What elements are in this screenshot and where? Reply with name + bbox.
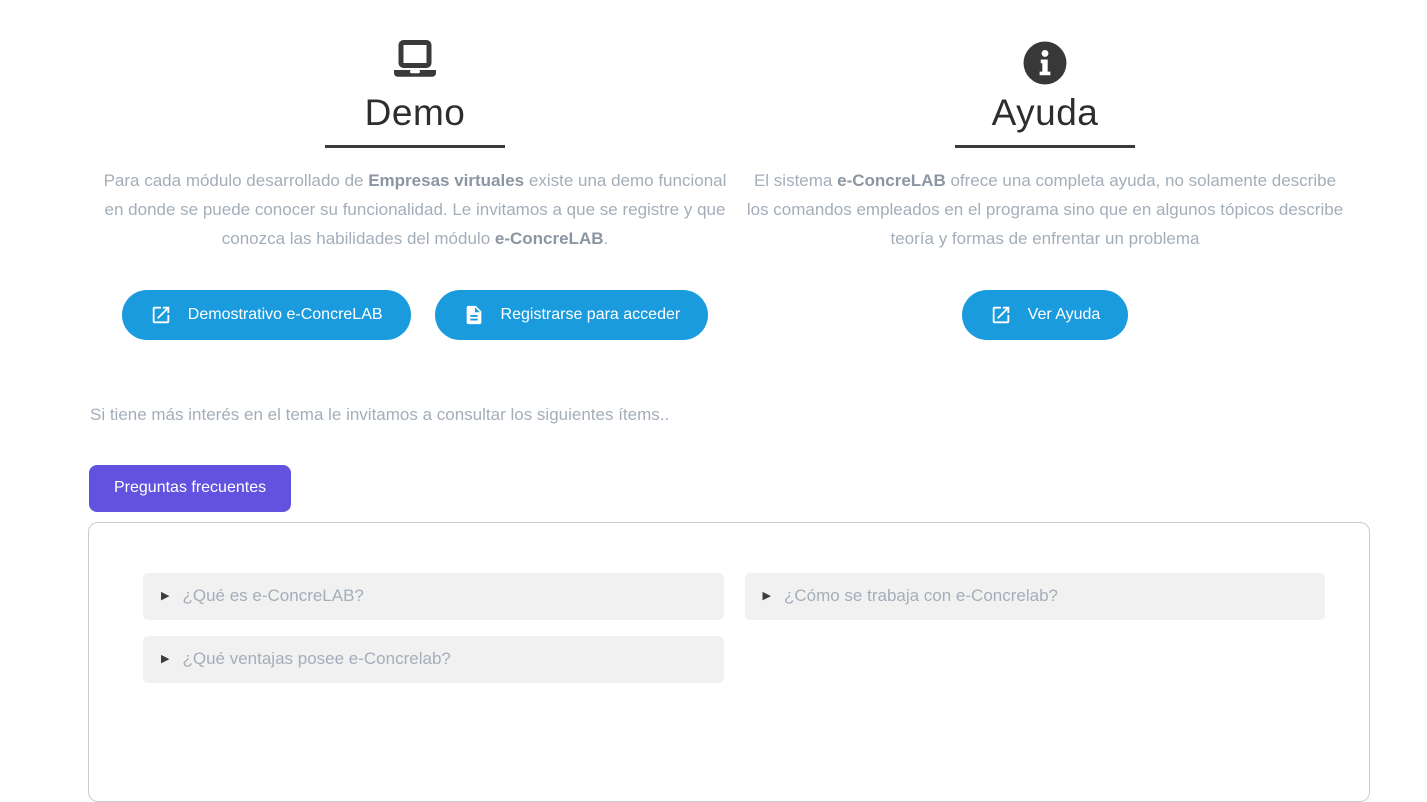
caret-right-icon: ▶ [161, 591, 169, 602]
faq-item-como-se-trabaja[interactable]: ▶ ¿Cómo se trabaja con e-Concrelab? [745, 573, 1326, 620]
register-button-label: Registrarse para acceder [501, 306, 681, 324]
ayuda-title: Ayuda [745, 94, 1345, 131]
faq-item-label: ¿Qué ventajas posee e-Concrelab? [182, 649, 450, 669]
faq-panel: ▶ ¿Qué es e-ConcreLAB? ▶ ¿Cómo se trabaj… [88, 522, 1370, 802]
demo-section: Demo Para cada módulo desarrollado de Em… [85, 40, 745, 340]
register-button[interactable]: Registrarse para acceder [435, 290, 709, 340]
ayuda-description: El sistema e-ConcreLAB ofrece una comple… [745, 166, 1345, 254]
ver-ayuda-button-label: Ver Ayuda [1028, 306, 1101, 324]
external-link-icon [150, 304, 172, 326]
demo-button-row: Demostrativo e-ConcreLAB Registrarse par… [85, 290, 745, 340]
more-info-text: Si tiene más interés en el tema le invit… [90, 404, 1427, 426]
info-icon [745, 40, 1345, 86]
faq-item-label: ¿Cómo se trabaja con e-Concrelab? [784, 586, 1058, 606]
demo-description: Para cada módulo desarrollado de Empresa… [101, 166, 729, 254]
ayuda-section: Ayuda El sistema e-ConcreLAB ofrece una … [745, 40, 1345, 340]
demo-button-label: Demostrativo e-ConcreLAB [188, 306, 383, 324]
ver-ayuda-button[interactable]: Ver Ayuda [962, 290, 1129, 340]
document-icon [463, 304, 485, 326]
demo-title-underline [325, 145, 505, 148]
top-sections: Demo Para cada módulo desarrollado de Em… [0, 0, 1427, 340]
caret-right-icon: ▶ [763, 591, 771, 602]
ayuda-title-underline [955, 145, 1135, 148]
demo-button[interactable]: Demostrativo e-ConcreLAB [122, 290, 411, 340]
faq-item-ventajas[interactable]: ▶ ¿Qué ventajas posee e-Concrelab? [143, 636, 724, 683]
external-link-icon [990, 304, 1012, 326]
faq-item-label: ¿Qué es e-ConcreLAB? [182, 586, 363, 606]
demo-title: Demo [85, 94, 745, 131]
ayuda-button-row: Ver Ayuda [745, 290, 1345, 340]
laptop-icon [85, 40, 745, 86]
faq-button[interactable]: Preguntas frecuentes [89, 465, 291, 512]
caret-right-icon: ▶ [161, 654, 169, 665]
faq-item-que-es[interactable]: ▶ ¿Qué es e-ConcreLAB? [143, 573, 724, 620]
faq-grid: ▶ ¿Qué es e-ConcreLAB? ▶ ¿Cómo se trabaj… [143, 573, 1325, 683]
